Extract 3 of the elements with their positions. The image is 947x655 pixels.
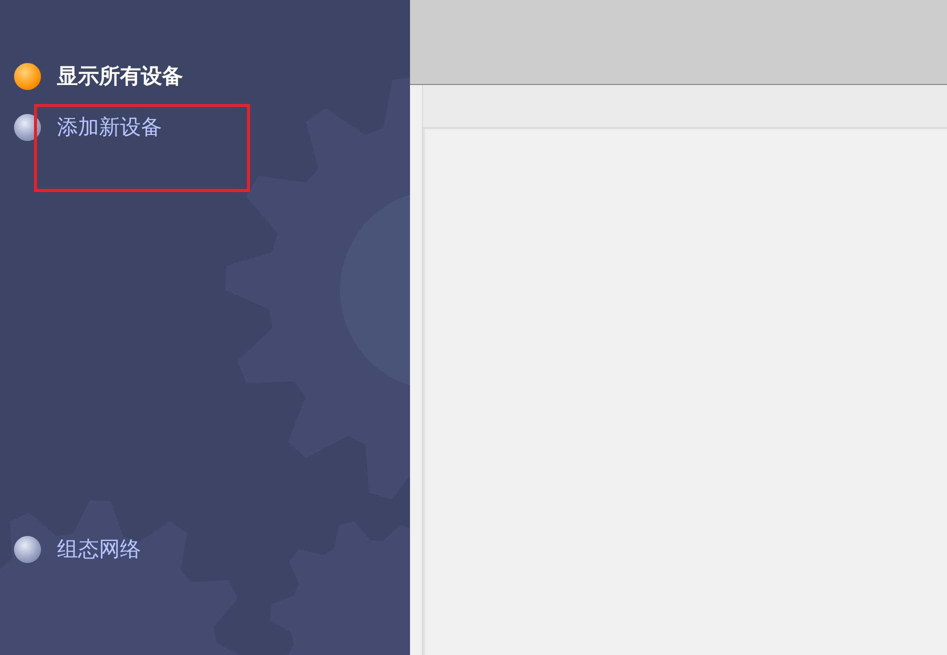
menu-item[interactable]: 显示所有设备	[57, 62, 183, 90]
menu-item[interactable]: 添加新设备	[57, 113, 162, 141]
menu-item[interactable]: 组态网络	[57, 535, 141, 563]
